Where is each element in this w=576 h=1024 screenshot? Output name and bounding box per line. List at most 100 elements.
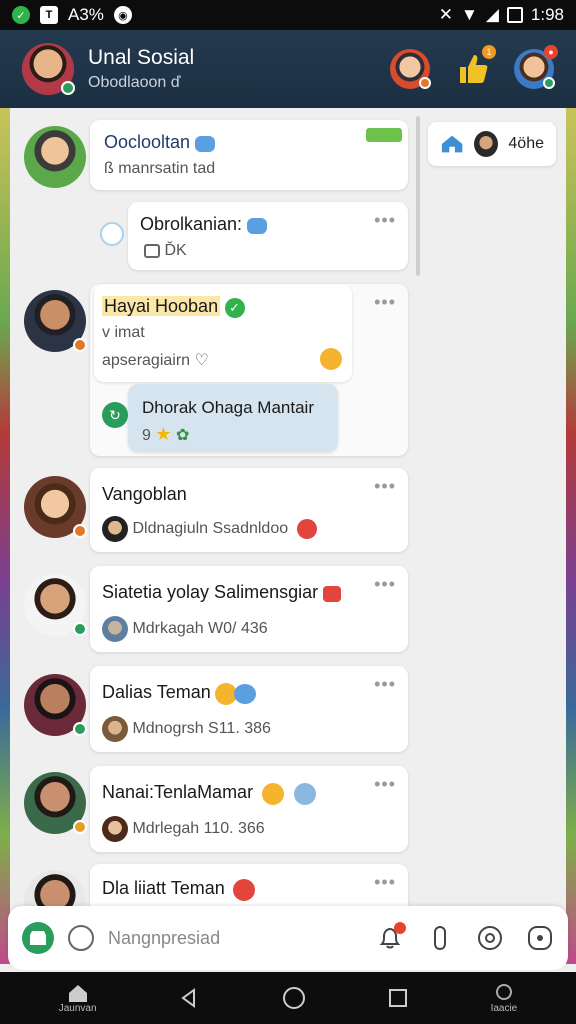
contact-name: Obrolkanian: <box>140 214 243 234</box>
assistant-label: Iaacie <box>490 1002 518 1014</box>
list-item[interactable]: ••• Obrolkanian: ĎK <box>128 202 408 270</box>
contact-name: Hayai Hooban <box>102 296 221 316</box>
home-nav-button[interactable]: Jaunvan <box>59 983 97 1014</box>
list-item[interactable]: Hayai Hooban ✓ v imat apseragiairn ♡ <box>94 284 352 382</box>
wallpaper-edge-right <box>566 108 576 964</box>
list-item[interactable]: ••• Siatetia yolay Salimensgiar Mdrkagah… <box>90 566 408 652</box>
recents-button[interactable] <box>387 987 409 1009</box>
avatar[interactable] <box>22 43 75 95</box>
add-button[interactable] <box>22 922 54 954</box>
emoji-icon <box>233 878 256 901</box>
wifi-icon: ▼ <box>461 5 478 24</box>
contact-name: Siatetia yolay Salimensgiar <box>102 582 319 602</box>
reply-icon: ↻ <box>102 402 128 428</box>
more-options-icon[interactable]: ••• <box>374 774 396 795</box>
reply-bubble[interactable]: Dhorak Ohaga Mantair 9 ★ ✿ <box>128 384 338 452</box>
contact-name: Ooclooltan <box>104 132 191 152</box>
more-options-icon[interactable]: ••• <box>374 574 396 595</box>
attachment-icon[interactable] <box>426 924 454 952</box>
avatar <box>102 816 128 842</box>
avatar[interactable] <box>24 870 86 908</box>
bell-icon[interactable] <box>376 922 406 952</box>
status-bar: ✓ T A3% ◉ ✕ ▼ ◢ 1:98 <box>0 0 576 30</box>
bot-icon <box>194 135 215 152</box>
contact-name: Nanai:TenlaMamar <box>102 782 254 802</box>
post-meta: ĎK <box>164 242 187 259</box>
back-button[interactable] <box>178 987 200 1009</box>
avatar[interactable] <box>24 476 87 538</box>
whatsapp-icon: ✓ <box>12 6 30 24</box>
post-meta: Mdrlegah 110. 366 <box>132 820 265 838</box>
app-header: Unal Sosial Obodlaoon ď 1 ● <box>0 30 576 108</box>
more-options-icon[interactable]: ••• <box>374 872 396 893</box>
page-subtitle: Obodlaoon ď <box>88 74 181 91</box>
post-caption: apseragiairn ♡ <box>102 352 209 369</box>
verified-icon: ✓ <box>224 297 245 318</box>
battery-icon <box>506 7 523 23</box>
like-icon[interactable]: 1 <box>452 45 496 89</box>
avatar[interactable] <box>24 772 87 834</box>
more-options-icon[interactable]: ••• <box>374 292 396 313</box>
contact-name: Dalias Teman <box>102 682 211 702</box>
list-item[interactable]: Ooclooltan ß manrsatin tad <box>90 120 408 190</box>
post-meta: Mdrkagah W0/ 436 <box>132 620 268 638</box>
message-input[interactable]: Nangnpresiad <box>108 928 220 949</box>
chip-label: 4öhe <box>508 135 544 152</box>
reply-meta: 9 <box>142 427 151 444</box>
profile-icon[interactable] <box>390 49 431 89</box>
assistant-button[interactable]: Iaacie <box>490 983 518 1014</box>
notification-icon: ◉ <box>113 6 132 24</box>
plant-icon: ✿ <box>175 427 190 444</box>
sticker-icon[interactable] <box>526 924 554 952</box>
post-meta: v imat <box>102 324 145 341</box>
emoji-icon <box>320 348 342 370</box>
home-button[interactable] <box>282 986 306 1010</box>
more-options-icon[interactable]: ••• <box>374 674 396 695</box>
camera-icon[interactable] <box>476 924 504 952</box>
home-nav-label: Jaunvan <box>58 1002 97 1014</box>
list-item[interactable]: ••• Dla liiatt Teman <box>90 864 408 908</box>
system-nav-bar: Jaunvan Iaacie <box>0 972 576 1024</box>
post-meta: ß manrsatin tad <box>104 160 216 177</box>
wallpaper-edge-left <box>0 108 10 964</box>
scrollbar[interactable] <box>416 116 420 276</box>
avatar <box>474 131 499 157</box>
contact-name: Vangoblan <box>102 484 187 504</box>
star-icon: ★ <box>155 424 172 444</box>
status-time: 1:98 <box>530 5 564 24</box>
avatar <box>102 716 128 742</box>
square-icon <box>389 989 408 1007</box>
avatar[interactable] <box>24 290 87 352</box>
chat-bubble-icon <box>233 683 256 704</box>
avatar <box>102 516 128 542</box>
more-options-icon[interactable]: ••• <box>374 476 396 497</box>
more-options-icon[interactable]: ••• <box>374 210 396 231</box>
emoji-icon <box>296 519 317 539</box>
contact-name: Dla liiatt Teman <box>102 878 225 898</box>
post-meta: Dldnagiuln Ssadnldoo <box>132 520 289 538</box>
emoji-icon <box>322 585 341 602</box>
list-item[interactable]: ••• Vangoblan Dldnagiuln Ssadnldoo <box>90 468 408 552</box>
assistant-icon <box>495 983 512 1000</box>
avatar[interactable] <box>24 674 87 736</box>
back-icon <box>181 988 196 1008</box>
post-meta: Mdnogrsh S11. 386 <box>132 720 271 738</box>
home-chip[interactable]: 4öhe <box>428 122 556 166</box>
chat-icon[interactable] <box>68 925 94 951</box>
bot-icon <box>246 217 267 234</box>
store-icon <box>30 931 46 945</box>
app-icon: T <box>40 6 58 24</box>
user-icon[interactable]: ● <box>514 45 558 89</box>
list-item[interactable]: ••• Nanai:TenlaMamar Mdrlegah 110. 366 <box>90 766 408 852</box>
emoji-icon <box>293 782 316 805</box>
avatar[interactable] <box>24 126 86 188</box>
chat-feed[interactable]: 4öhe Ooclooltan ß manrsatin tad ••• Obro… <box>10 108 566 908</box>
avatar[interactable] <box>24 574 87 636</box>
emoji-icon <box>261 782 284 805</box>
avatar <box>102 616 128 642</box>
camera-icon <box>144 243 160 258</box>
circle-icon <box>282 987 305 1009</box>
signal-icon: ◢ <box>485 5 499 24</box>
list-item[interactable]: ••• Dalias Teman Mdnogrsh S11. 386 <box>90 666 408 752</box>
status-icon <box>100 222 124 246</box>
